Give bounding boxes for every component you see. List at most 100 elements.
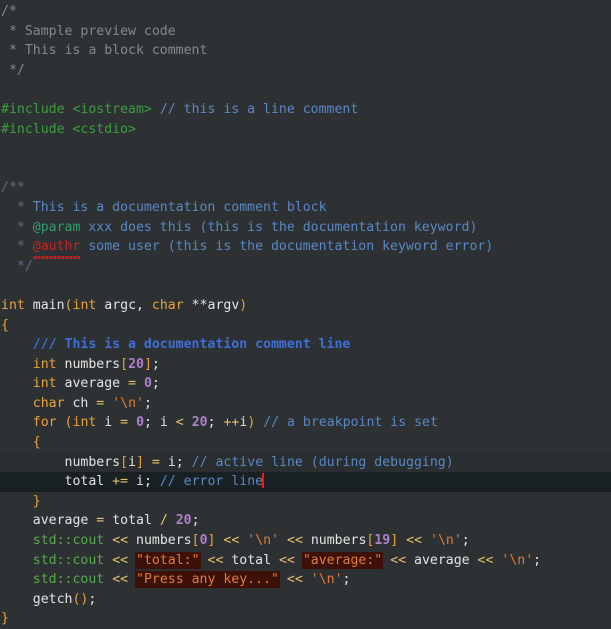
identifier-token: i xyxy=(159,454,176,470)
doc-keyword-token: @param xyxy=(32,219,81,235)
function-name-token: main xyxy=(32,297,65,313)
code-line[interactable]: */ xyxy=(0,257,611,277)
code-line-blank[interactable] xyxy=(0,80,611,100)
code-line[interactable]: /* xyxy=(0,2,611,22)
keyword-token: for xyxy=(32,415,57,431)
punctuation-token: () xyxy=(72,591,89,607)
brace-token: { xyxy=(32,435,41,451)
code-line[interactable]: for (int i = 0; i < 20; ++i) // a breakp… xyxy=(0,413,611,433)
char-literal-token: '\n' xyxy=(112,395,144,411)
preprocessor-token: #include <cstdio> xyxy=(1,121,136,137)
code-line[interactable]: #include <iostream> // this is a line co… xyxy=(0,100,611,120)
stream-object-token: std::cout xyxy=(32,533,105,549)
doc-keyword-error-token: @authr xyxy=(32,237,80,259)
code-line-active-debug[interactable]: numbers[i] = i; // active line (during d… xyxy=(0,452,611,473)
code-line[interactable]: */ xyxy=(0,61,611,81)
code-line[interactable]: average = total / 20; xyxy=(0,511,611,531)
char-literal-token: '\n' xyxy=(430,533,462,549)
doc-line-comment-token: /// This is a documentation comment line xyxy=(32,337,351,353)
code-line[interactable]: * @param xxx does this (this is the docu… xyxy=(0,218,611,238)
code-line[interactable]: std::cout << "Press any key..." << '\n'; xyxy=(0,570,611,590)
number-token: 19 xyxy=(374,533,391,549)
code-line[interactable]: * This is a block comment xyxy=(0,41,611,61)
number-token: 0 xyxy=(136,415,145,431)
bracket-token: ] xyxy=(143,356,152,372)
identifier-token: i xyxy=(128,474,144,490)
code-line[interactable]: } xyxy=(0,492,611,512)
string-literal-highlighted: "average:" xyxy=(302,552,383,568)
identifier-token: average xyxy=(406,552,478,568)
brace-token: } xyxy=(1,611,9,627)
punctuation-token: ) xyxy=(239,297,248,313)
punctuation-token: ; xyxy=(461,533,470,549)
code-line[interactable]: int numbers[20]; xyxy=(0,355,611,375)
keyword-token: int xyxy=(72,415,97,431)
keyword-token: int xyxy=(72,297,97,313)
keyword-token: int xyxy=(1,297,25,313)
code-line[interactable]: } xyxy=(0,609,611,629)
code-line[interactable]: { xyxy=(0,316,611,336)
code-line[interactable]: #include <cstdio> xyxy=(0,120,611,140)
number-token: 0 xyxy=(199,533,208,549)
operator-token: << xyxy=(112,533,129,549)
operator-token: << xyxy=(286,533,303,549)
code-line[interactable]: /// This is a documentation comment line xyxy=(0,335,611,355)
code-line-blank[interactable] xyxy=(0,276,611,296)
parameter-token: argc xyxy=(96,297,137,313)
code-line[interactable]: /** xyxy=(0,178,611,198)
char-literal-token: '\n' xyxy=(247,533,280,549)
line-comment-token: // this is a line comment xyxy=(159,101,359,117)
operator-token: << xyxy=(112,552,129,568)
string-literal-highlighted: "Press any key..." xyxy=(136,572,279,588)
code-line-blank[interactable] xyxy=(0,159,611,179)
code-line[interactable]: * @authr some user (this is the document… xyxy=(0,237,611,259)
operator-token: << xyxy=(406,533,423,549)
punctuation-token: ; xyxy=(207,415,224,431)
code-line[interactable]: int main(int argc, char **argv) xyxy=(0,296,611,316)
identifier-token: total xyxy=(223,552,279,568)
code-line[interactable]: getch(); xyxy=(0,590,611,610)
code-editor-preview[interactable]: /* * Sample preview code * This is a blo… xyxy=(0,0,611,626)
stream-object-token: std::cout xyxy=(32,572,105,588)
code-line[interactable]: * This is a documentation comment block xyxy=(0,198,611,218)
operator-token: << xyxy=(477,552,494,568)
code-line[interactable]: int average = 0; xyxy=(0,374,611,394)
doc-comment-marker: /** xyxy=(1,180,25,196)
punctuation-token: ; xyxy=(143,474,152,490)
punctuation-token: ; xyxy=(144,415,160,431)
code-line[interactable]: std::cout << "total:" << total << "avera… xyxy=(0,551,611,571)
number-token: 20 xyxy=(175,513,192,529)
code-line-error[interactable]: total += i; // error line xyxy=(0,472,611,492)
operator-token: << xyxy=(286,572,303,588)
code-line[interactable]: std::cout << numbers[0] << '\n' << numbe… xyxy=(0,531,611,551)
punctuation-token: ( xyxy=(64,415,73,431)
keyword-token: int xyxy=(32,356,57,372)
operator-token: = xyxy=(128,376,137,392)
preprocessor-token: #include <iostream> xyxy=(1,101,152,117)
block-comment-token: * This is a block comment xyxy=(1,43,208,59)
code-line-blank[interactable] xyxy=(0,139,611,159)
operator-token: << xyxy=(223,533,240,549)
char-literal-token: '\n' xyxy=(310,572,343,588)
code-line[interactable]: char ch = '\n'; xyxy=(0,394,611,414)
identifier-token: total xyxy=(64,474,113,490)
keyword-token: char xyxy=(32,395,65,411)
punctuation-token: ; xyxy=(151,356,160,372)
code-line[interactable]: { xyxy=(0,433,611,453)
block-comment-token: * Sample preview code xyxy=(1,23,176,39)
operator-token: ++ xyxy=(223,415,240,431)
identifier-token: average xyxy=(32,513,97,529)
code-line[interactable]: * Sample preview code xyxy=(0,22,611,42)
